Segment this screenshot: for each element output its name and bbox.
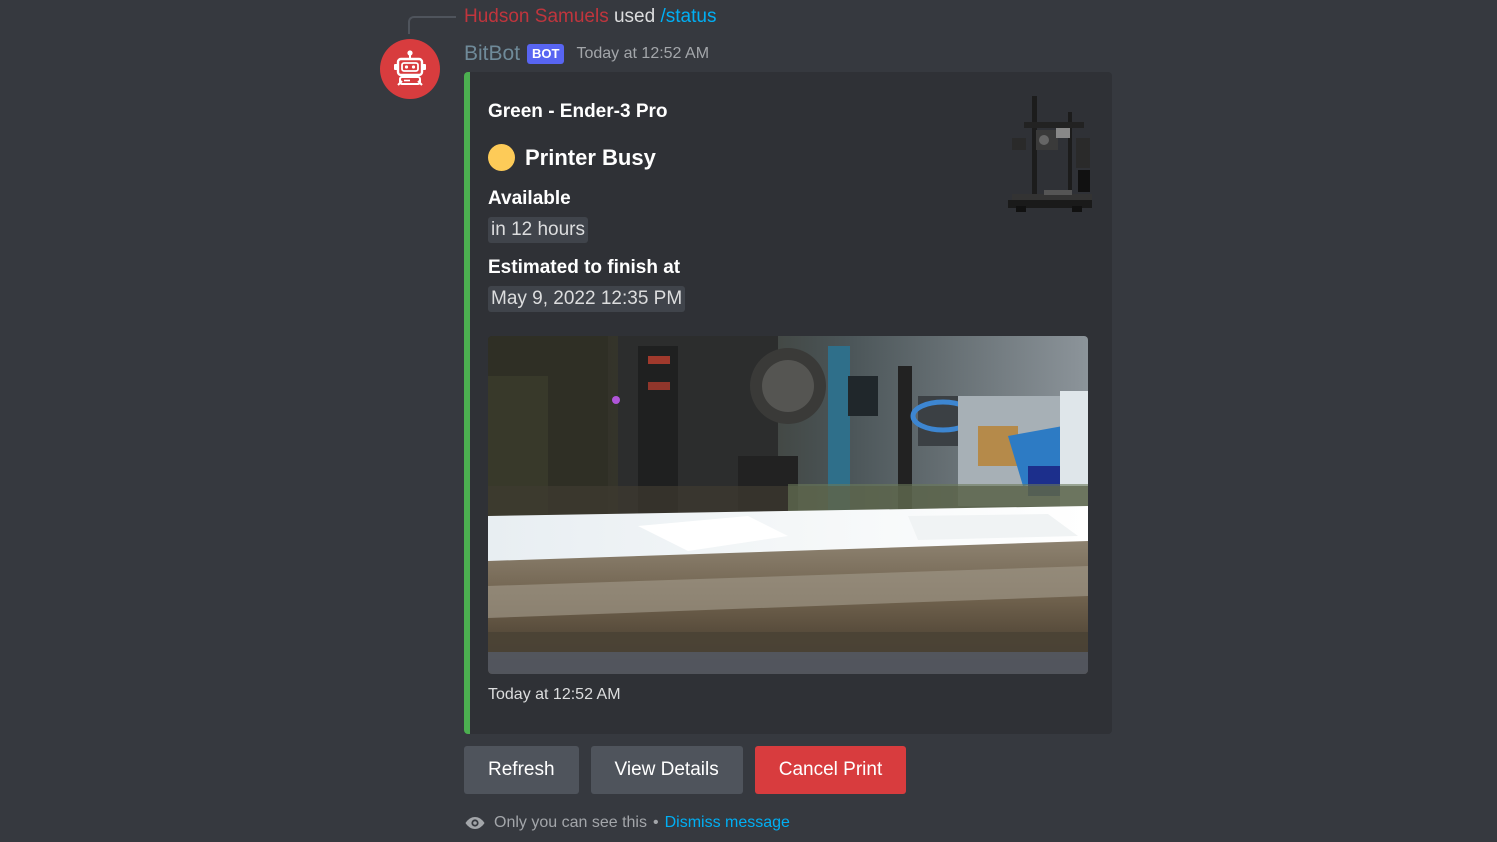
printer-thumbnail[interactable] — [1006, 94, 1094, 216]
message-header: BitBot BOT Today at 12:52 AM — [464, 40, 709, 68]
cancel-print-button[interactable]: Cancel Print — [754, 746, 907, 794]
eye-icon — [464, 815, 486, 831]
discord-channel: Hudson Samuels used /status BitBot BOT T… — [0, 0, 1497, 842]
embed-title: Green - Ender-3 Pro — [488, 101, 668, 122]
ephemeral-note: Only you can see this — [494, 814, 647, 831]
dismiss-message-link[interactable]: Dismiss message — [665, 814, 790, 832]
embed-footer-timestamp: Today at 12:52 AM — [488, 686, 621, 703]
bot-username[interactable]: BitBot — [464, 42, 520, 66]
reply-username[interactable]: Hudson Samuels — [464, 6, 609, 27]
status-text: Printer Busy — [525, 144, 656, 170]
reply-used-text: used — [613, 6, 656, 27]
printer-thumbnail-image — [1006, 94, 1094, 216]
robot-icon — [394, 50, 426, 86]
reply-spine — [408, 16, 456, 34]
message-timestamp[interactable]: Today at 12:52 AM — [576, 45, 709, 63]
refresh-button[interactable]: Refresh — [464, 746, 579, 794]
action-row: Refresh View Details Cancel Print — [464, 746, 907, 794]
ephemeral-notice: Only you can see this • Dismiss message — [464, 814, 790, 832]
command-reply-context: Hudson Samuels used /status — [464, 5, 716, 29]
printer-status: Printer Busy — [488, 144, 656, 171]
field-available-name: Available — [488, 188, 571, 209]
field-finish-name: Estimated to finish at — [488, 257, 681, 278]
reply-command[interactable]: /status — [660, 6, 716, 27]
camera-snapshot-image — [488, 336, 1088, 674]
field-finish-value: May 9, 2022 12:35 PM — [488, 286, 686, 312]
bot-tag-badge: BOT — [527, 44, 565, 64]
field-available-value: in 12 hours — [488, 217, 589, 243]
status-indicator-icon — [488, 144, 515, 171]
ephemeral-separator: • — [652, 814, 659, 831]
camera-snapshot[interactable] — [488, 336, 1088, 674]
status-embed: Green - Ender-3 Pro Printer Busy Availab… — [464, 72, 1112, 734]
bot-avatar[interactable] — [380, 39, 440, 99]
view-details-button[interactable]: View Details — [590, 746, 743, 794]
